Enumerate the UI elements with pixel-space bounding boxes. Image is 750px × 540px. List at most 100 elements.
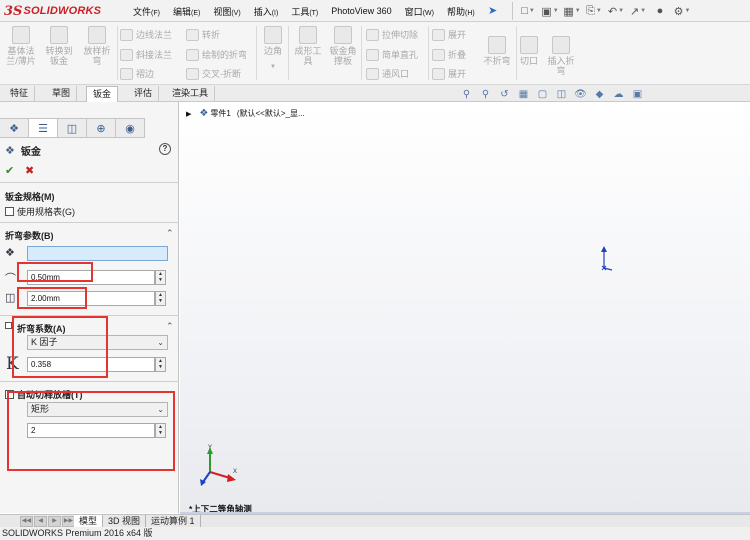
command-manager: 基体法兰/薄片 转换到钣金 放样折弯 边线法兰 斜接法兰 褶边 转折 绘制的折弯… xyxy=(0,22,750,85)
fold-button[interactable]: 折叠 xyxy=(432,48,466,61)
miter-flange-icon xyxy=(120,48,133,61)
sheet-metal-gauges-group[interactable]: 钣金规格(M) xyxy=(5,190,55,203)
hem-button[interactable]: 褶边 xyxy=(120,67,154,80)
display-manager-tab-icon[interactable]: ◉ xyxy=(116,118,145,138)
heads-up-view-toolbar: ⚲ ⚲ ↺ ▦ ▢ ◫ 👁 ◆ ☁ ▣ xyxy=(458,88,648,102)
k-factor-spinner[interactable]: ▲ ▼ xyxy=(155,357,166,372)
graphics-area[interactable] xyxy=(180,102,750,513)
new-document-icon[interactable]: □ ▼ xyxy=(517,3,539,19)
solidworks-logo[interactable]: 3S SOLIDWORKS xyxy=(4,3,101,19)
divider xyxy=(0,222,179,223)
help-icon[interactable]: ? xyxy=(159,143,171,155)
open-folder-icon[interactable]: ▣ ▼ xyxy=(539,3,561,19)
bend-parameters-group[interactable]: 折弯参数(B) xyxy=(5,229,54,242)
simple-hole-button[interactable]: 简单直孔 xyxy=(366,48,418,61)
previous-view-icon[interactable]: ↺ xyxy=(496,89,513,101)
cancel-x-icon[interactable]: ✖ xyxy=(25,164,34,177)
extruded-cut-button[interactable]: 拉伸切除 xyxy=(366,28,418,41)
sketched-bend-button[interactable]: 绘制的折弯 xyxy=(186,48,247,61)
forming-tool-button[interactable]: 成形工具 xyxy=(292,26,324,66)
ok-check-icon[interactable]: ✔ xyxy=(5,164,14,177)
menu-edit[interactable]: 编辑(E) xyxy=(173,5,200,18)
sheet-metal-gusset-button[interactable]: 钣金角撑板 xyxy=(327,26,359,66)
menu-view[interactable]: 视图(V) xyxy=(213,5,240,18)
zoom-to-area-icon[interactable]: ⚲ xyxy=(477,89,494,101)
select-icon[interactable]: ↗ ▼ xyxy=(627,3,649,19)
collapse-chevron-icon[interactable]: ⌃ xyxy=(166,228,174,239)
view-orientation-icon[interactable]: ▢ xyxy=(534,89,551,101)
menu-photoview[interactable]: PhotoView 360 xyxy=(331,6,391,16)
jog-button[interactable]: 转折 xyxy=(186,28,220,41)
apply-scene-icon[interactable]: ☁ xyxy=(610,89,627,101)
miter-flange-button[interactable]: 斜接法兰 xyxy=(120,48,172,61)
divider xyxy=(516,26,517,80)
annotation-box xyxy=(17,287,87,309)
panel-tabs: ❖ ☰ ◫ ⊕ ◉ xyxy=(0,118,179,138)
no-bends-button[interactable]: 不折弯 xyxy=(480,36,514,66)
tab-sketch[interactable]: 草图 xyxy=(46,86,78,102)
hide-show-items-icon[interactable]: 👁 xyxy=(572,89,589,101)
tab-features[interactable]: 特征 xyxy=(4,86,36,102)
base-flange-icon xyxy=(12,26,30,44)
menu-tools[interactable]: 工具(T) xyxy=(291,5,318,18)
checkbox-box[interactable] xyxy=(5,207,14,216)
fixed-face-selection-box[interactable] xyxy=(27,246,168,261)
menu-help[interactable]: 帮助(H) xyxy=(447,5,475,18)
corners-button[interactable]: 边角 ▼ xyxy=(260,26,286,72)
feature-manager-tab-icon[interactable]: ❖ xyxy=(0,118,29,138)
print-icon[interactable]: ⎘ ▼ xyxy=(583,3,605,19)
save-icon[interactable]: ▦ ▼ xyxy=(561,3,583,19)
previous-tab-icon[interactable]: ◀ xyxy=(34,516,47,527)
thickness-spinner[interactable]: ▲ ▼ xyxy=(155,291,166,306)
rip-icon xyxy=(520,36,538,54)
tab-render-tools[interactable]: 渲染工具 xyxy=(166,86,216,102)
checkbox-box[interactable] xyxy=(5,322,12,329)
property-manager-tab-icon[interactable]: ☰ xyxy=(29,118,58,138)
menu-insert[interactable]: 插入(I) xyxy=(254,5,279,18)
feature-tree-flyout[interactable]: ▶ ❖ 零件1 (默认<<默认>_显... xyxy=(186,108,305,119)
base-flange-button[interactable]: 基体法兰/薄片 xyxy=(4,26,38,66)
expand-triangle-icon[interactable]: ▶ xyxy=(186,110,191,118)
svg-text:X: X xyxy=(233,469,237,475)
rip-button[interactable]: 切口 xyxy=(518,36,540,66)
annotation-box xyxy=(12,316,108,378)
configuration-manager-tab-icon[interactable]: ◫ xyxy=(58,118,87,138)
dimxpert-manager-tab-icon[interactable]: ⊕ xyxy=(87,118,116,138)
first-tab-icon[interactable]: ◀◀ xyxy=(20,516,33,527)
view-settings-icon[interactable]: ▣ xyxy=(629,89,646,101)
vent-button[interactable]: 通风口 xyxy=(366,67,409,80)
pin-icon[interactable]: ➤ xyxy=(488,4,497,17)
undo-icon[interactable]: ↶ ▼ xyxy=(605,3,627,19)
unfold-button[interactable]: 展开 xyxy=(432,28,466,41)
insert-bends-button[interactable]: 插入折弯 xyxy=(544,36,578,76)
options-gear-icon[interactable]: ⚙ ▼ xyxy=(671,3,693,19)
vent-icon xyxy=(366,67,379,80)
collapse-chevron-icon[interactable]: ⌃ xyxy=(166,321,174,332)
hem-icon xyxy=(120,67,133,80)
display-style-icon[interactable]: ◫ xyxy=(553,89,570,101)
menu-file[interactable]: 文件(F) xyxy=(133,5,160,18)
convert-to-sheet-metal-button[interactable]: 转换到钣金 xyxy=(42,26,76,66)
edit-appearance-icon[interactable]: ◆ xyxy=(591,89,608,101)
cross-break-button[interactable]: 交叉-折断 xyxy=(186,67,241,80)
jog-icon xyxy=(186,28,199,41)
section-view-icon[interactable]: ▦ xyxy=(515,89,532,101)
flatten-button[interactable]: 展开 xyxy=(432,67,466,80)
bend-radius-icon: ⌒ xyxy=(5,273,16,285)
tab-sheet-metal[interactable]: 钣金 xyxy=(86,86,119,102)
bend-radius-spinner[interactable]: ▲ ▼ xyxy=(155,270,166,285)
chevron-down-icon: ⌄ xyxy=(157,338,164,347)
tab-evaluate[interactable]: 评估 xyxy=(128,86,160,102)
lofted-bend-button[interactable]: 放样折弯 xyxy=(80,26,114,66)
thickness-icon: ◫ xyxy=(5,292,16,304)
menu-window[interactable]: 窗口(W) xyxy=(405,5,434,18)
use-gauge-table-checkbox[interactable]: 使用规格表(G) xyxy=(5,205,75,218)
divider xyxy=(0,381,179,382)
unfold-icon xyxy=(432,28,445,41)
zoom-to-fit-icon[interactable]: ⚲ xyxy=(458,89,475,101)
next-tab-icon[interactable]: ▶ xyxy=(48,516,61,527)
edge-flange-button[interactable]: 边线法兰 xyxy=(120,28,172,41)
gusset-icon xyxy=(334,26,352,44)
menu-bar: 文件(F) 编辑(E) 视图(V) 插入(I) 工具(T) PhotoView … xyxy=(133,0,488,22)
rebuild-icon[interactable]: ● xyxy=(649,3,671,19)
